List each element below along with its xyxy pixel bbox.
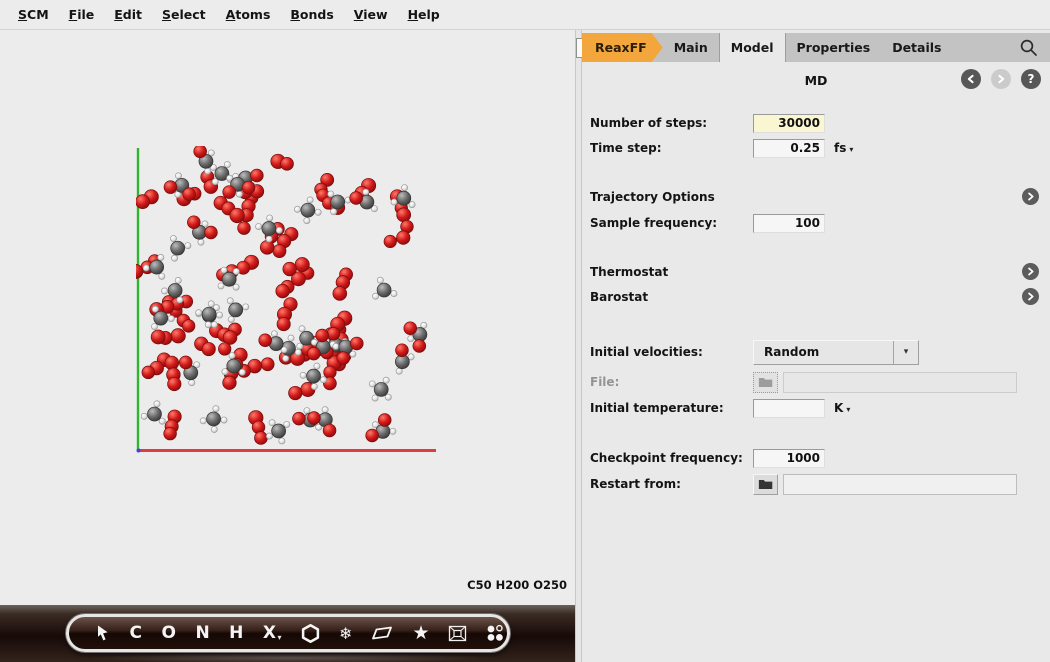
initial-velocities-label: Initial velocities: <box>590 345 753 359</box>
menu-atoms[interactable]: Atoms <box>216 7 281 22</box>
ring-tool-icon[interactable] <box>301 624 320 643</box>
steps-input[interactable] <box>753 114 825 133</box>
steps-label: Number of steps: <box>590 116 753 130</box>
tab-model[interactable]: Model <box>719 33 786 62</box>
checkpoint-frequency-input[interactable] <box>753 449 825 468</box>
help-button[interactable]: ? <box>1021 69 1041 89</box>
trajectory-options-label: Trajectory Options <box>590 190 753 204</box>
timestep-label: Time step: <box>590 141 753 155</box>
chemical-formula: C50 H200 O250 <box>467 578 567 592</box>
settings-panel: ReaxFF Main Model Properties Details MD … <box>582 30 1050 662</box>
file-path-input <box>783 372 1017 393</box>
element-c-button[interactable]: C <box>130 623 143 643</box>
temperature-unit-dropdown[interactable]: K▾ <box>834 401 850 415</box>
restart-browse-button[interactable] <box>753 474 778 495</box>
restart-path-input[interactable] <box>783 474 1017 495</box>
tab-details[interactable]: Details <box>881 33 952 62</box>
back-button[interactable] <box>961 69 981 89</box>
tab-main[interactable]: Main <box>663 33 719 62</box>
row-sample-frequency: Sample frequency: <box>590 213 1042 233</box>
menu-edit[interactable]: Edit <box>104 7 152 22</box>
dropdown-arrow-button[interactable]: ▾ <box>893 341 918 364</box>
forward-button[interactable] <box>991 69 1011 89</box>
scm-gui-window: SCM File Edit Select Atoms Bonds View He… <box>0 0 1050 662</box>
file-label: File: <box>590 375 753 389</box>
menu-help[interactable]: Help <box>398 7 450 22</box>
sample-frequency-input[interactable] <box>753 214 825 233</box>
row-checkpoint-frequency: Checkpoint frequency: <box>590 448 1042 468</box>
initial-velocities-dropdown[interactable]: Random ▾ <box>753 340 919 365</box>
menu-select[interactable]: Select <box>152 7 216 22</box>
chevron-down-icon: ▾ <box>849 145 853 154</box>
thermostat-label: Thermostat <box>590 265 753 279</box>
checkpoint-frequency-label: Checkpoint frequency: <box>590 451 753 465</box>
menu-scm[interactable]: SCM <box>8 7 59 22</box>
row-time-step: Time step: fs▾ <box>590 138 1042 158</box>
favorites-star-icon[interactable]: ★ <box>412 622 429 644</box>
barostat-expand-button[interactable] <box>1022 288 1039 305</box>
restart-from-label: Restart from: <box>590 477 753 491</box>
barostat-label: Barostat <box>590 290 753 304</box>
molecule-3d-viewport[interactable] <box>136 146 438 454</box>
initial-temperature-input[interactable] <box>753 399 825 418</box>
timestep-input[interactable] <box>753 139 825 158</box>
row-thermostat: Thermostat <box>590 262 1042 282</box>
row-restart-from: Restart from: <box>590 473 1042 495</box>
row-trajectory-options: Trajectory Options <box>590 187 1042 207</box>
thermostat-expand-button[interactable] <box>1022 263 1039 280</box>
freeze-tool-icon[interactable]: ❄ <box>339 624 352 643</box>
menubar: SCM File Edit Select Atoms Bonds View He… <box>0 0 1050 30</box>
tab-reaxff[interactable]: ReaxFF <box>582 33 663 62</box>
element-toolbar: C O N H X▾ ❄ ★ <box>66 614 510 652</box>
sample-frequency-label: Sample frequency: <box>590 216 753 230</box>
search-icon[interactable] <box>1019 33 1050 62</box>
element-o-button[interactable]: O <box>161 623 176 643</box>
question-mark-icon: ? <box>1028 72 1035 86</box>
file-browse-button <box>753 372 778 393</box>
row-initial-temperature: Initial temperature: K▾ <box>590 398 1042 418</box>
element-x-dropdown-icon[interactable]: ▾ <box>278 633 283 642</box>
row-barostat: Barostat <box>590 287 1042 307</box>
row-velocities-file: File: <box>590 371 1042 393</box>
chevron-down-icon: ▾ <box>846 405 850 414</box>
cell-tool-icon[interactable] <box>448 625 467 642</box>
menu-view[interactable]: View <box>344 7 398 22</box>
timestep-unit-dropdown[interactable]: fs▾ <box>834 141 853 155</box>
atom-details-icon[interactable] <box>486 624 504 642</box>
menu-file[interactable]: File <box>59 7 105 22</box>
row-number-of-steps: Number of steps: <box>590 113 1042 133</box>
element-h-button[interactable]: H <box>229 623 244 643</box>
panel-splitter[interactable] <box>575 30 582 662</box>
molecule-view-panel[interactable]: C50 H200 O250 C O N H X▾ ❄ ★ <box>0 30 575 662</box>
initial-temperature-label: Initial temperature: <box>590 401 753 415</box>
element-x-button[interactable]: X▾ <box>263 623 282 643</box>
pointer-tool-icon[interactable] <box>95 625 111 641</box>
initial-velocities-value: Random <box>764 345 819 359</box>
plane-tool-icon[interactable] <box>371 626 393 640</box>
chevron-down-icon: ▾ <box>904 347 909 357</box>
tab-properties[interactable]: Properties <box>786 33 882 62</box>
row-initial-velocities: Initial velocities: Random ▾ <box>590 339 1042 365</box>
toolbar-band: C O N H X▾ ❄ ★ <box>0 605 575 662</box>
tab-bar: ReaxFF Main Model Properties Details <box>582 33 1050 62</box>
element-n-button[interactable]: N <box>195 623 210 643</box>
trajectory-options-expand-button[interactable] <box>1022 188 1039 205</box>
toolbar-reflection <box>80 653 500 662</box>
menu-bonds[interactable]: Bonds <box>280 7 343 22</box>
